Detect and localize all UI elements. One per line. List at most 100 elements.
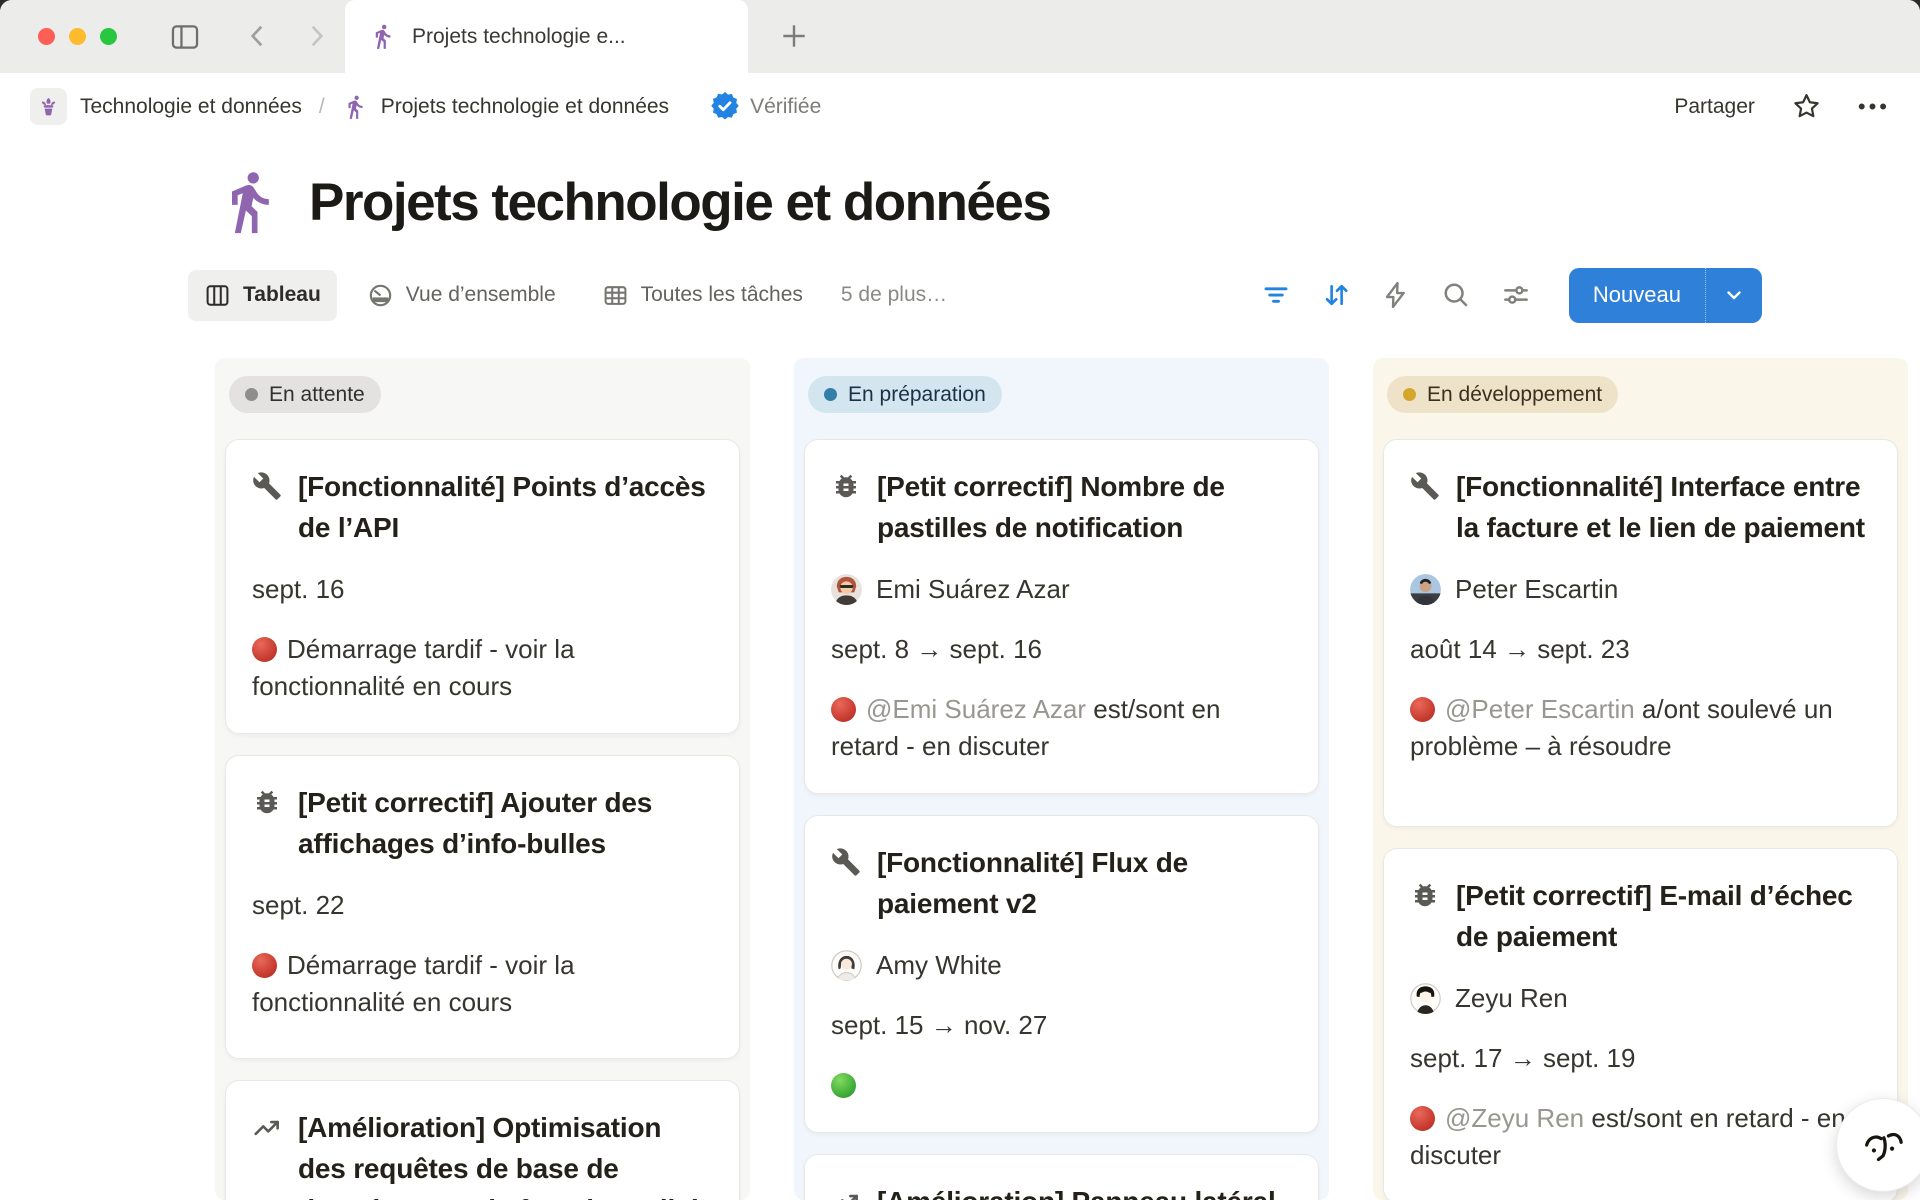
card-status: Démarrage tardif - voir la fonctionnalit… <box>252 947 713 1021</box>
breadcrumb-teamspace[interactable]: Technologie et données <box>80 95 302 119</box>
sidebar-toggle-icon[interactable] <box>168 20 202 54</box>
nav-forward-icon[interactable] <box>300 20 332 52</box>
bug-icon <box>252 787 282 864</box>
task-card[interactable]: [Amélioration] Panneau latéral de factur… <box>804 1154 1319 1200</box>
status-dot-icon <box>245 388 258 401</box>
kanban-board: En attente [Fonctionnalité] Points d’acc… <box>215 358 1920 1200</box>
card-status: @Emi Suárez Azar est/sont en retard - en… <box>831 691 1292 765</box>
card-date: sept. 16 <box>252 571 713 608</box>
verified-badge[interactable]: Vérifiée <box>710 92 821 122</box>
settings-sliders-icon[interactable] <box>1501 280 1531 310</box>
new-button-group: Nouveau <box>1569 268 1762 323</box>
card-date: août 14 → sept. 23 <box>1410 631 1871 668</box>
task-card[interactable]: [Fonctionnalité] Interface entre la fact… <box>1383 439 1898 827</box>
more-options-button[interactable]: ••• <box>1858 94 1890 120</box>
breadcrumb-bar: Technologie et données / Projets technol… <box>0 73 1920 140</box>
table-view-icon <box>602 282 629 309</box>
assignee-name: Emi Suárez Azar <box>876 571 1070 608</box>
view-actions: Nouveau <box>1261 268 1762 323</box>
breadcrumb-page[interactable]: Projets technologie et données <box>381 95 669 119</box>
tab-title: Projets technologie e... <box>412 25 626 49</box>
teamspace-plant-icon[interactable] <box>30 88 67 125</box>
chart-increasing-icon <box>252 1112 282 1200</box>
status-text: Démarrage tardif - voir la fonctionnalit… <box>252 634 575 701</box>
card-assignee: Peter Escartin <box>1410 571 1871 608</box>
share-button[interactable]: Partager <box>1674 95 1755 119</box>
column-status-pill[interactable]: En développement <box>1387 376 1618 413</box>
avatar <box>831 950 862 981</box>
chart-increasing-icon <box>831 1186 861 1200</box>
verified-label: Vérifiée <box>750 95 821 119</box>
topbar-actions: Partager ••• <box>1674 91 1890 122</box>
more-views-button[interactable]: 5 de plus… <box>841 283 947 307</box>
task-card[interactable]: [Petit correctif] E-mail d’échec de paie… <box>1383 848 1898 1200</box>
notion-window: Projets technologie e... Technologie et … <box>0 0 1920 1200</box>
card-title-text: [Petit correctif] Nombre de pastilles de… <box>877 466 1292 548</box>
traffic-lights <box>38 28 117 45</box>
card-status: @Peter Escartin a/ont soulevé un problèm… <box>1410 691 1871 765</box>
column-status-pill[interactable]: En attente <box>229 376 381 413</box>
view-bar: Tableau Vue d’ensemble Toutes les tâches… <box>188 266 1762 324</box>
card-title-text: [Petit correctif] E-mail d’échec de paie… <box>1456 875 1871 957</box>
task-card[interactable]: [Fonctionnalité] Points d’accès de l’API… <box>225 439 740 734</box>
card-title-text: [Amélioration] Panneau latéral de factur… <box>877 1181 1292 1200</box>
task-card[interactable]: [Petit correctif] Nombre de pastilles de… <box>804 439 1319 794</box>
minimize-window-button[interactable] <box>69 28 86 45</box>
red-circle-icon <box>252 953 277 978</box>
column-status-pill[interactable]: En préparation <box>808 376 1002 413</box>
red-circle-icon <box>831 697 856 722</box>
card-title-text: [Amélioration] Optimisation des requêtes… <box>298 1107 713 1200</box>
assignee-name: Amy White <box>876 947 1002 984</box>
sort-icon[interactable] <box>1321 280 1351 310</box>
verified-seal-icon <box>710 92 740 122</box>
green-circle-icon <box>831 1073 856 1098</box>
assignee-name: Zeyu Ren <box>1455 980 1568 1017</box>
tab-tableau[interactable]: Tableau <box>188 270 337 321</box>
notion-ai-button[interactable] <box>1836 1098 1920 1192</box>
board-view-icon <box>204 282 231 309</box>
task-card[interactable]: [Petit correctif] Ajouter des affichages… <box>225 755 740 1059</box>
zoom-window-button[interactable] <box>100 28 117 45</box>
column-title: En attente <box>269 383 365 407</box>
tab-label: Toutes les tâches <box>641 283 803 307</box>
browser-tab[interactable]: Projets technologie e... <box>345 0 748 73</box>
gauge-icon <box>367 282 394 309</box>
card-date: sept. 15 → nov. 27 <box>831 1007 1292 1044</box>
card-assignee: Zeyu Ren <box>1410 980 1871 1017</box>
card-status: Démarrage tardif - voir la fonctionnalit… <box>252 631 713 705</box>
card-title-text: [Petit correctif] Ajouter des affichages… <box>298 782 713 864</box>
status-dot-icon <box>824 388 837 401</box>
wrench-icon <box>831 847 861 924</box>
close-window-button[interactable] <box>38 28 55 45</box>
running-person-icon <box>342 94 368 120</box>
page-header: Projets technologie et données <box>215 168 1920 236</box>
nav-back-icon[interactable] <box>242 20 274 52</box>
column-en-attente: En attente [Fonctionnalité] Points d’acc… <box>215 358 750 1200</box>
tab-toutes-les-taches[interactable]: Toutes les tâches <box>586 270 819 321</box>
filter-icon[interactable] <box>1261 280 1291 310</box>
new-button-dropdown[interactable] <box>1705 268 1762 323</box>
avatar <box>831 574 862 605</box>
card-assignee: Amy White <box>831 947 1292 984</box>
tab-vue-densemble[interactable]: Vue d’ensemble <box>351 270 572 321</box>
wrench-icon <box>1410 471 1440 548</box>
page-running-person-icon[interactable] <box>215 168 283 236</box>
card-title-text: [Fonctionnalité] Points d’accès de l’API <box>298 466 713 548</box>
column-title: En développement <box>1427 383 1602 407</box>
lightning-icon[interactable] <box>1381 280 1411 310</box>
new-button[interactable]: Nouveau <box>1569 268 1705 323</box>
favorite-star-icon[interactable] <box>1791 91 1822 122</box>
card-date: sept. 8 → sept. 16 <box>831 631 1292 668</box>
red-circle-icon <box>1410 1106 1435 1131</box>
bug-icon <box>1410 880 1440 957</box>
status-mention: @Emi Suárez Azar <box>866 694 1086 724</box>
card-date: sept. 22 <box>252 887 713 924</box>
task-card[interactable]: [Amélioration] Optimisation des requêtes… <box>225 1080 740 1200</box>
new-tab-button[interactable] <box>778 20 810 52</box>
breadcrumb: Technologie et données / Projets technol… <box>30 88 821 125</box>
card-status: @Zeyu Ren est/sont en retard - en discut… <box>1410 1100 1871 1174</box>
search-icon[interactable] <box>1441 280 1471 310</box>
tab-label: Tableau <box>243 283 321 307</box>
tab-label: Vue d’ensemble <box>406 283 556 307</box>
task-card[interactable]: [Fonctionnalité] Flux de paiement v2 Amy… <box>804 815 1319 1133</box>
